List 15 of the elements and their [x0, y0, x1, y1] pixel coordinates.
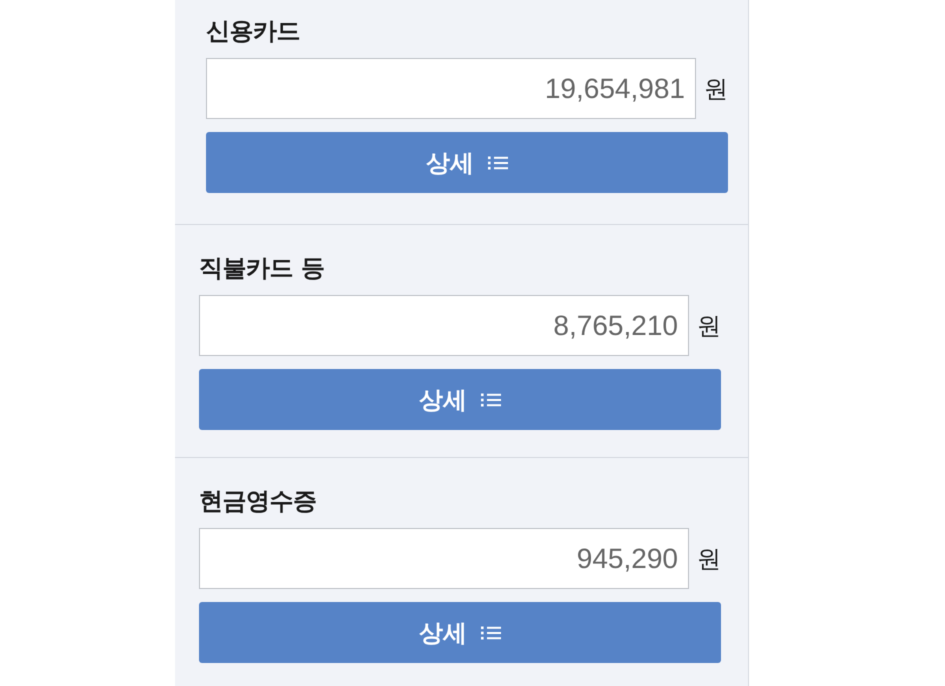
currency-unit: 원 — [704, 74, 728, 104]
amount-field[interactable]: 945,290 — [199, 528, 689, 589]
amount-field[interactable]: 8,765,210 — [199, 295, 689, 356]
detail-button[interactable]: 상세 — [199, 602, 721, 663]
currency-unit: 원 — [697, 310, 721, 340]
list-icon — [488, 156, 508, 170]
section-label: 현금영수증 — [199, 486, 316, 516]
section-label: 직불카드 등 — [199, 253, 324, 283]
list-icon — [481, 626, 501, 640]
list-icon — [481, 392, 501, 406]
detail-button[interactable]: 상세 — [199, 369, 721, 430]
currency-unit: 원 — [697, 544, 721, 574]
detail-button[interactable]: 상세 — [206, 132, 728, 193]
amount-field[interactable]: 19,654,981 — [206, 58, 696, 119]
section-label: 신용카드 — [206, 16, 300, 46]
